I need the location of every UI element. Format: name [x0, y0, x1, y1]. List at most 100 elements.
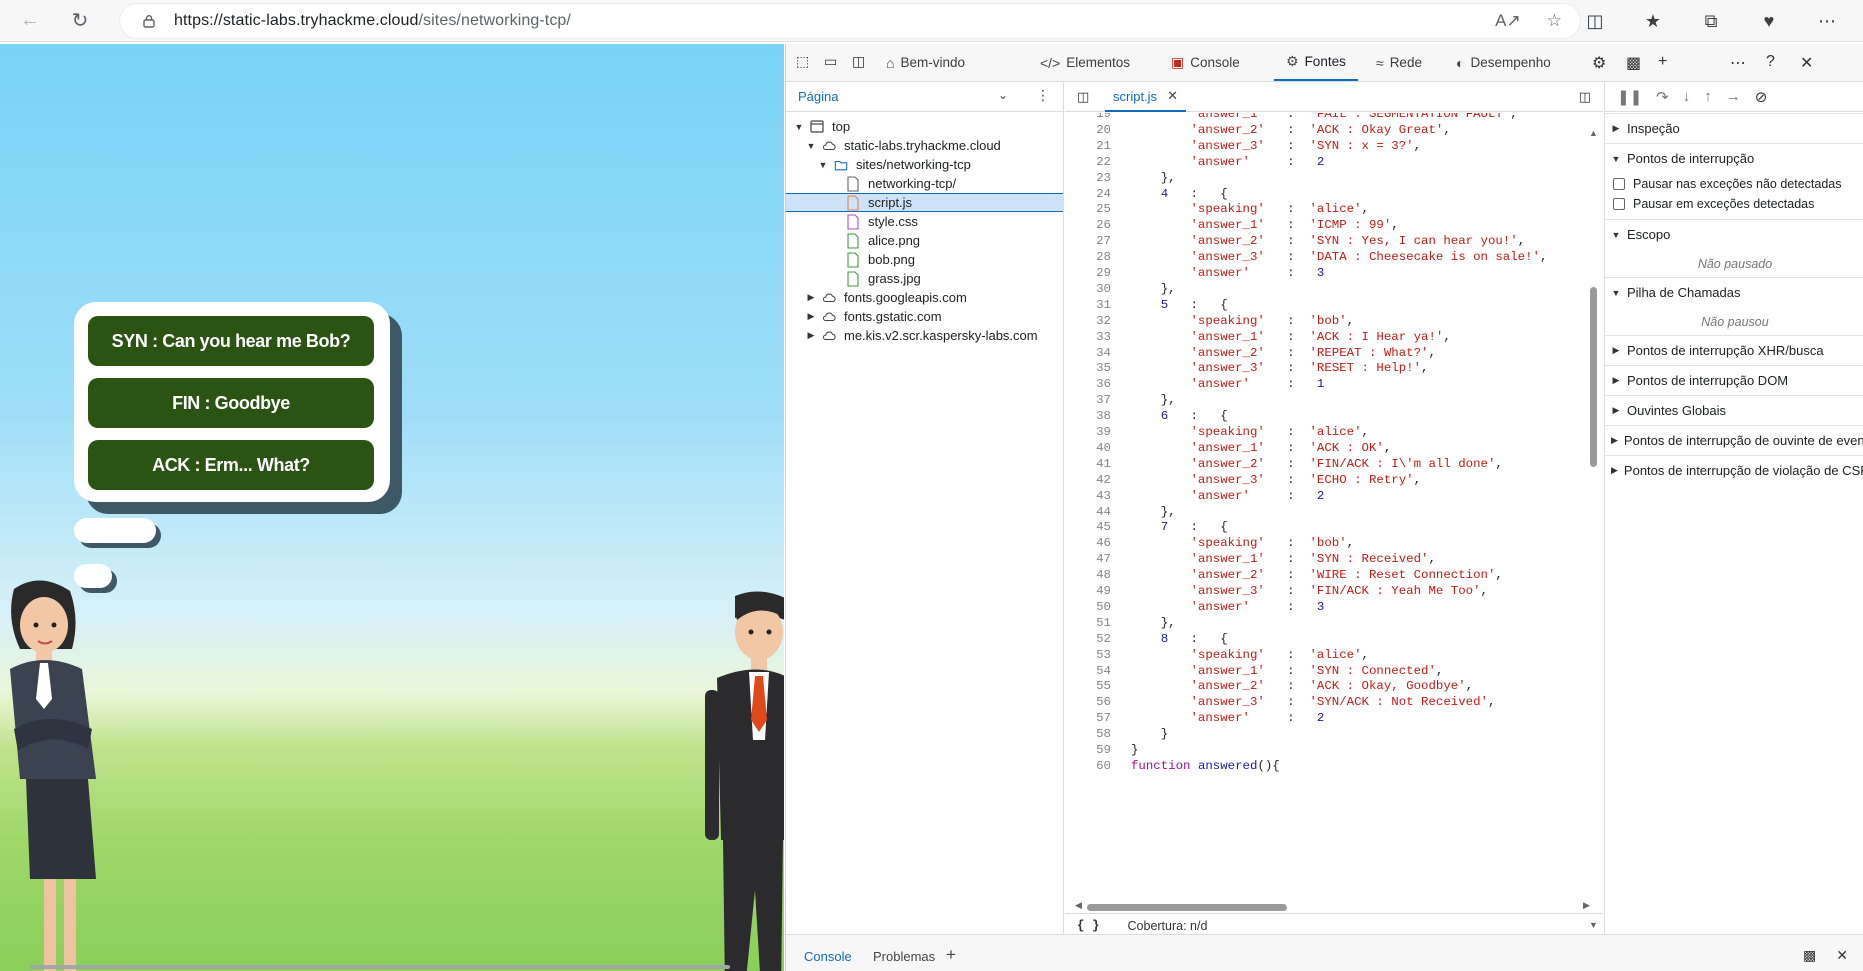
line-number[interactable]: 52	[1065, 631, 1111, 647]
step-out-icon[interactable]: ↑	[1704, 88, 1712, 105]
code-line[interactable]: 35 'answer_3' : 'RESET : Help!',	[1065, 360, 1428, 376]
inspect-element-icon[interactable]: ⬚	[796, 53, 818, 73]
collapsed-triangle-icon[interactable]: ▶	[806, 311, 816, 322]
collapsed-triangle-icon[interactable]: ▶	[806, 292, 816, 303]
answer-button-1[interactable]: SYN : Can you hear me Bob?	[88, 316, 374, 366]
code-line[interactable]: 48 'answer_2' : 'WIRE : Reset Connection…	[1065, 567, 1503, 583]
exception-checkbox-row[interactable]: Pausar nas exceções não detectadas	[1613, 175, 1863, 193]
code-line[interactable]: 37 },	[1065, 392, 1176, 408]
expanded-triangle-icon[interactable]: ▼	[806, 141, 816, 151]
line-number[interactable]: 55	[1065, 678, 1111, 694]
line-number[interactable]: 20	[1065, 122, 1111, 138]
editor-horizontal-scrollbar[interactable]: ◀ ▶	[1075, 900, 1595, 914]
line-number[interactable]: 49	[1065, 583, 1111, 599]
code-line[interactable]: 21 'answer_3' : 'SYN : x = 3?',	[1065, 138, 1421, 154]
add-tool-icon[interactable]: +	[1658, 53, 1667, 71]
scroll-right-icon[interactable]: ▶	[1583, 900, 1590, 911]
tree-item[interactable]: bob.png	[786, 250, 1063, 269]
line-number[interactable]: 46	[1065, 535, 1111, 551]
step-icon[interactable]: →	[1726, 88, 1741, 105]
checkbox[interactable]	[1613, 178, 1625, 190]
code-line[interactable]: 33 'answer_1' : 'ACK : I Hear ya!',	[1065, 329, 1451, 345]
favorite-star-icon[interactable]: ☆	[1547, 11, 1562, 31]
code-line[interactable]: 28 'answer_3' : 'DATA : Cheesecake is on…	[1065, 249, 1547, 265]
code-line[interactable]: 31 5 : {	[1065, 297, 1228, 313]
deactivate-breakpoints-icon[interactable]: ⊘	[1755, 88, 1768, 106]
page-horizontal-scrollbar[interactable]	[30, 965, 730, 969]
tree-item[interactable]: ▼ top	[786, 117, 1063, 136]
code-line[interactable]: 40 'answer_1' : 'ACK : OK',	[1065, 440, 1391, 456]
line-number[interactable]: 29	[1065, 265, 1111, 281]
add-drawer-tab-icon[interactable]: +	[946, 945, 956, 965]
line-number[interactable]: 41	[1065, 456, 1111, 472]
debugger-section-header[interactable]: ▶ Ouvintes Globais	[1605, 395, 1863, 425]
pause-icon[interactable]: ❚❚	[1617, 88, 1642, 106]
read-aloud-icon[interactable]: A↗	[1495, 11, 1521, 31]
line-number[interactable]: 28	[1065, 249, 1111, 265]
scrollbar-thumb[interactable]	[1087, 904, 1287, 911]
dock-drawer-icon[interactable]: ▩	[1803, 947, 1816, 964]
code-line[interactable]: 60 function answered(){	[1065, 758, 1280, 774]
toggle-sidebar-icon[interactable]: ◫	[852, 53, 874, 73]
line-number[interactable]: 33	[1065, 329, 1111, 345]
code-line[interactable]: 45 7 : {	[1065, 519, 1228, 535]
code-line[interactable]: 29 'answer' : 3	[1065, 265, 1324, 281]
back-icon[interactable]: ←	[14, 5, 46, 37]
tab-performance[interactable]: ◐ Desempenho	[1456, 44, 1551, 81]
code-line[interactable]: 43 'answer' : 2	[1065, 488, 1324, 504]
code-content[interactable]: 19 'answer_1' : 'FAIL : SEGMENTATION FAU…	[1065, 113, 1585, 898]
expanded-triangle-icon[interactable]: ▼	[1611, 288, 1621, 298]
line-number[interactable]: 59	[1065, 742, 1111, 758]
toggle-navigator-icon[interactable]: ◫	[1077, 89, 1089, 105]
line-number[interactable]: 22	[1065, 154, 1111, 170]
line-number[interactable]: 24	[1065, 186, 1111, 202]
step-over-icon[interactable]: ↷	[1656, 88, 1669, 106]
split-screen-icon[interactable]: ◫	[1579, 5, 1611, 37]
debugger-section-header[interactable]: ▶ Pontos de interrupção XHR/busca	[1605, 335, 1863, 365]
tab-sources[interactable]: ⚙ Fontes	[1274, 44, 1358, 81]
code-line[interactable]: 24 4 : {	[1065, 186, 1228, 202]
expanded-triangle-icon[interactable]: ▼	[818, 160, 828, 170]
code-line[interactable]: 52 8 : {	[1065, 631, 1228, 647]
line-number[interactable]: 60	[1065, 758, 1111, 774]
code-line[interactable]: 19 'answer_1' : 'FAIL : SEGMENTATION FAU…	[1065, 113, 1518, 122]
code-line[interactable]: 59}	[1065, 742, 1138, 758]
tab-welcome[interactable]: ⌂ Bem-vindo	[886, 44, 965, 81]
help-icon[interactable]: ?	[1766, 53, 1775, 71]
scroll-left-icon[interactable]: ◀	[1075, 900, 1082, 911]
code-line[interactable]: 30 },	[1065, 281, 1176, 297]
debugger-section-header[interactable]: ▼ Escopo	[1605, 219, 1863, 249]
line-number[interactable]: 21	[1065, 138, 1111, 154]
code-line[interactable]: 58 }	[1065, 726, 1168, 742]
line-number[interactable]: 45	[1065, 519, 1111, 535]
code-line[interactable]: 22 'answer' : 2	[1065, 154, 1324, 170]
expanded-triangle-icon[interactable]: ▼	[1611, 154, 1621, 164]
line-number[interactable]: 51	[1065, 615, 1111, 631]
tree-item[interactable]: grass.jpg	[786, 269, 1063, 288]
code-line[interactable]: 36 'answer' : 1	[1065, 376, 1324, 392]
expanded-triangle-icon[interactable]: ▼	[794, 122, 804, 132]
drawer-tab-console[interactable]: Console	[804, 949, 852, 964]
code-line[interactable]: 50 'answer' : 3	[1065, 599, 1324, 615]
scrollbar-thumb[interactable]	[1590, 287, 1597, 467]
code-line[interactable]: 38 6 : {	[1065, 408, 1228, 424]
code-line[interactable]: 49 'answer_3' : 'FIN/ACK : Yeah Me Too',	[1065, 583, 1488, 599]
tree-item[interactable]: ▶ me.kis.v2.scr.kaspersky-labs.com	[786, 326, 1063, 345]
tree-item[interactable]: ▼ static-labs.tryhackme.cloud	[786, 136, 1063, 155]
line-number[interactable]: 50	[1065, 599, 1111, 615]
tab-elements[interactable]: </> Elementos	[1040, 44, 1130, 81]
line-number[interactable]: 23	[1065, 170, 1111, 186]
navigator-page-tab[interactable]: Página	[798, 89, 838, 104]
tab-script-js[interactable]: script.js ✕	[1105, 82, 1186, 112]
toggle-debugger-icon[interactable]: ◫	[1579, 89, 1591, 105]
close-drawer-icon[interactable]: ✕	[1836, 947, 1848, 964]
line-number[interactable]: 48	[1065, 567, 1111, 583]
debugger-section-header[interactable]: ▶ Inspeção	[1605, 113, 1863, 143]
tree-item[interactable]: ▼ sites/networking-tcp	[786, 155, 1063, 174]
code-line[interactable]: 57 'answer' : 2	[1065, 710, 1324, 726]
code-line[interactable]: 51 },	[1065, 615, 1176, 631]
code-line[interactable]: 44 },	[1065, 504, 1176, 520]
more-menu-icon[interactable]: ⋯	[1811, 5, 1843, 37]
code-line[interactable]: 46 'speaking' : 'bob',	[1065, 535, 1354, 551]
line-number[interactable]: 27	[1065, 233, 1111, 249]
